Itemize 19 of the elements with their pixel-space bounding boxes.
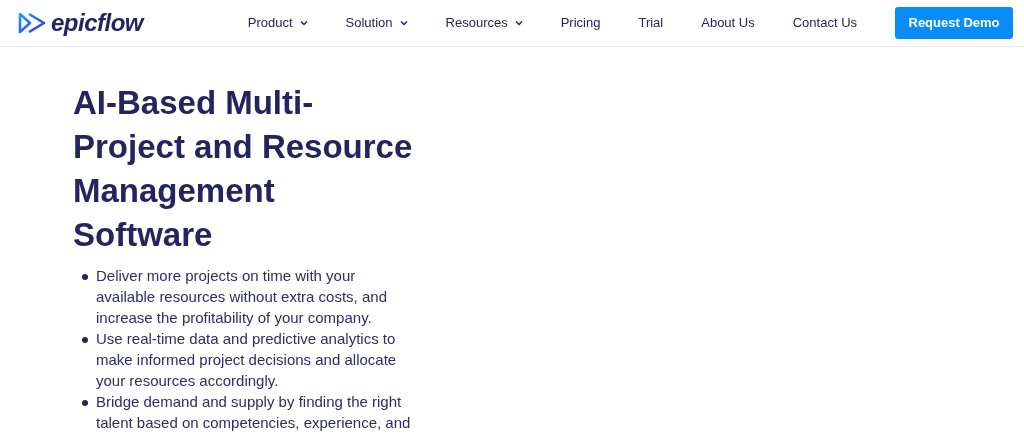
- bullet-icon: [82, 337, 88, 343]
- hero-heading: AI-Based Multi-Project and Resource Management Software: [73, 83, 414, 255]
- nav-link[interactable]: Pricing: [560, 13, 601, 33]
- nav-link[interactable]: Product: [247, 13, 308, 33]
- nav-link[interactable]: Solution: [345, 13, 408, 33]
- logo-wordmark[interactable]: epicflow: [51, 11, 143, 35]
- bullet-icon: [82, 274, 88, 280]
- nav-link[interactable]: About Us: [701, 13, 755, 33]
- nav-link[interactable]: Trial: [638, 13, 664, 33]
- bullet-text: Deliver more projects on time with your available resources without extra costs, and increase the profitability of your company.: [96, 266, 388, 328]
- chevron-down-icon: [399, 20, 408, 26]
- chevron-down-icon: [514, 20, 523, 26]
- bullet-text: Use real-time data and predictive analytics to make informed project decisions and allocate your resources accordingly.: [96, 329, 398, 391]
- chevron-down-icon: [299, 20, 308, 26]
- nav-link[interactable]: Contact Us: [792, 13, 858, 33]
- logo-icon: [18, 12, 48, 34]
- bullet-text: Bridge demand and supply by finding the right talent based on competencies, experience, and: [96, 392, 412, 433]
- bullet-icon: [82, 400, 88, 406]
- nav-link[interactable]: Resources: [445, 13, 523, 33]
